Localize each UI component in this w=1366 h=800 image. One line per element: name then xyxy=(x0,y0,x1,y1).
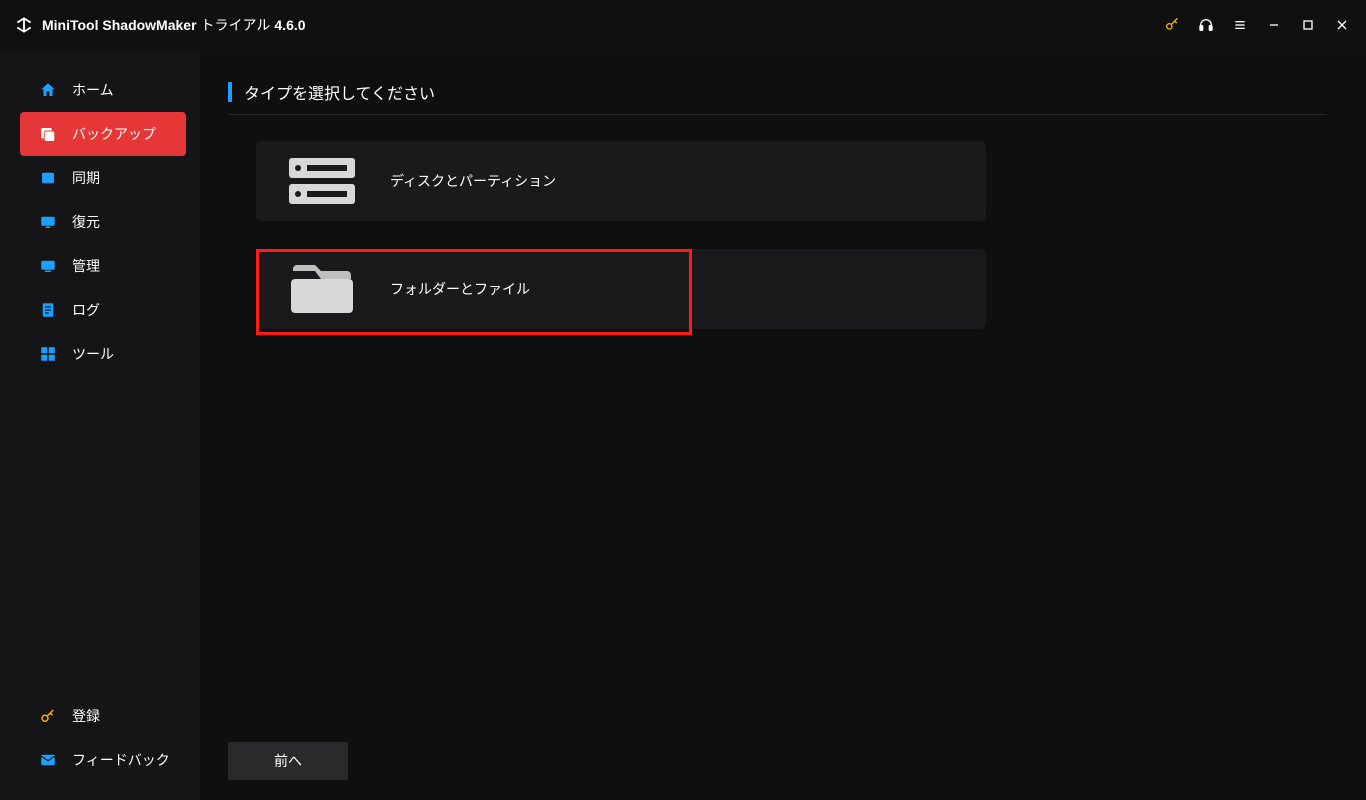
sidebar-item-backup[interactable]: バックアップ xyxy=(20,112,186,156)
trial-label: トライアル xyxy=(201,15,271,35)
sidebar-item-log[interactable]: ログ xyxy=(20,288,186,332)
page-title: タイプを選択してください xyxy=(244,80,435,104)
sidebar-item-restore[interactable]: 復元 xyxy=(20,200,186,244)
menu-icon[interactable] xyxy=(1228,13,1252,37)
app-name: MiniTool ShadowMaker xyxy=(42,17,197,33)
sidebar-item-manage[interactable]: 管理 xyxy=(20,244,186,288)
sidebar-item-label: フィードバック xyxy=(72,750,170,770)
option-folder-file[interactable]: フォルダーとファイル xyxy=(256,249,986,329)
option-label: ディスクとパーティション xyxy=(390,171,556,191)
sidebar-item-sync[interactable]: 同期 xyxy=(20,156,186,200)
sync-icon xyxy=(38,168,58,188)
log-icon xyxy=(38,300,58,320)
sidebar-item-register[interactable]: 登録 xyxy=(20,694,186,738)
maximize-button[interactable] xyxy=(1296,13,1320,37)
close-button[interactable] xyxy=(1330,13,1354,37)
page-title-row: タイプを選択してください xyxy=(228,80,1326,115)
titlebar-left: MiniTool ShadowMaker トライアル 4.6.0 xyxy=(14,15,306,35)
back-button-label: 前へ xyxy=(274,751,302,771)
option-disk-partition[interactable]: ディスクとパーティション xyxy=(256,141,986,221)
sidebar: ホーム バックアップ 同期 復元 xyxy=(0,50,200,800)
sidebar-item-label: バックアップ xyxy=(72,124,156,144)
disk-icon xyxy=(286,153,358,209)
titlebar-right xyxy=(1160,13,1354,37)
sidebar-item-label: 登録 xyxy=(72,706,100,726)
sidebar-item-feedback[interactable]: フィードバック xyxy=(20,738,186,782)
backup-icon xyxy=(38,124,58,144)
sidebar-item-label: 復元 xyxy=(72,212,100,232)
headset-icon[interactable] xyxy=(1194,13,1218,37)
sidebar-item-label: ツール xyxy=(72,344,114,364)
sidebar-item-home[interactable]: ホーム xyxy=(20,68,186,112)
sidebar-item-tools[interactable]: ツール xyxy=(20,332,186,376)
key-icon[interactable] xyxy=(1160,13,1184,37)
folder-icon xyxy=(286,261,358,317)
title-accent xyxy=(228,82,232,102)
app-logo-icon xyxy=(14,15,34,35)
sidebar-item-label: ホーム xyxy=(72,80,114,100)
sidebar-item-label: 管理 xyxy=(72,256,100,276)
backup-type-options: ディスクとパーティション フォルダーとファイル xyxy=(228,141,1326,329)
back-button[interactable]: 前へ xyxy=(228,742,348,780)
manage-icon xyxy=(38,256,58,276)
home-icon xyxy=(38,80,58,100)
feedback-icon xyxy=(38,750,58,770)
sidebar-item-label: ログ xyxy=(72,300,100,320)
minimize-button[interactable] xyxy=(1262,13,1286,37)
sidebar-item-label: 同期 xyxy=(72,168,100,188)
footer-row: 前へ xyxy=(228,722,1326,780)
option-label: フォルダーとファイル xyxy=(390,279,530,299)
tools-icon xyxy=(38,344,58,364)
titlebar: MiniTool ShadowMaker トライアル 4.6.0 xyxy=(0,0,1366,50)
app-version: 4.6.0 xyxy=(274,17,305,33)
main-content: タイプを選択してください ディスクとパーティション xyxy=(200,50,1366,800)
key-icon xyxy=(38,706,58,726)
restore-icon xyxy=(38,212,58,232)
